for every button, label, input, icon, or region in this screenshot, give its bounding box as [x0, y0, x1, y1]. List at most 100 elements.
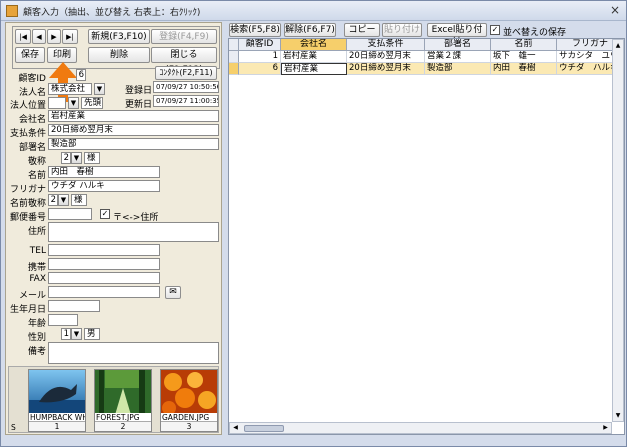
column-header-name[interactable]: 名前	[491, 39, 557, 51]
honorific-dropdown-icon[interactable]: ▼	[71, 152, 82, 164]
table-corner	[229, 39, 239, 51]
save-button[interactable]: 保存	[15, 47, 45, 63]
mobile-label: 携帯	[27, 263, 46, 273]
gender-label: 性別	[27, 333, 46, 343]
zip-addr-checkbox[interactable]: ✓	[100, 209, 110, 219]
garden-image-icon	[161, 370, 217, 415]
corp-name-field[interactable]: 株式会社	[48, 83, 92, 95]
name-field[interactable]: 内田 春樹	[48, 166, 160, 178]
table-cell-active[interactable]: 岩村産業	[281, 63, 347, 75]
honorific-num-field[interactable]: 2	[61, 152, 71, 164]
tel-label: TEL	[29, 246, 46, 256]
horizontal-scroll-thumb[interactable]	[244, 425, 284, 432]
column-header-dept[interactable]: 部署名	[425, 39, 491, 51]
table-cell[interactable]: 6	[239, 63, 281, 75]
name-hon-value: 様	[71, 194, 87, 206]
gender-dropdown-icon[interactable]: ▼	[71, 328, 82, 340]
name-hon-dropdown-icon[interactable]: ▼	[58, 194, 69, 206]
column-header-company[interactable]: 会社名	[281, 39, 347, 51]
address-field[interactable]	[48, 222, 219, 242]
reg-date-label: 登録日	[124, 86, 152, 96]
scroll-up-icon[interactable]: ▲	[614, 41, 622, 50]
payment-field[interactable]: 20日締め翌月末	[48, 124, 219, 136]
table-cell[interactable]: 坂下 雄一	[491, 51, 557, 63]
title-bar: 顧客入力（抽出、並び替え 右表上：右ｸﾘｯｸ) ×	[1, 1, 626, 21]
table-cell[interactable]: 20日締め翌月末	[347, 63, 425, 75]
search-button[interactable]: 検索(F5,F8)	[229, 23, 281, 37]
fax-field[interactable]	[48, 272, 160, 284]
name-hon-num-field[interactable]: 2	[48, 194, 58, 206]
table-cell[interactable]: 製造部	[425, 63, 491, 75]
zip-field[interactable]	[48, 208, 92, 220]
close-icon[interactable]: ×	[610, 3, 620, 17]
mail-envelope-icon[interactable]: ✉	[165, 286, 181, 299]
nav-first-button[interactable]: |◀	[15, 29, 31, 44]
new-button[interactable]: 新規(F3,F10)	[88, 29, 150, 44]
clear-button[interactable]: 解除(F6,F7)	[284, 23, 336, 37]
row-selector[interactable]	[229, 51, 239, 63]
gender-num-field[interactable]: 1	[61, 328, 71, 340]
company-label: 会社名	[18, 115, 46, 125]
table-cell[interactable]: 1	[239, 51, 281, 63]
address-label: 住所	[27, 227, 46, 237]
birthday-field[interactable]	[48, 300, 100, 312]
corp-name-dropdown-icon[interactable]: ▼	[94, 83, 105, 95]
age-field[interactable]	[48, 314, 78, 326]
scroll-right-icon[interactable]: ▶	[601, 424, 610, 432]
paste-button[interactable]: 貼り付け	[382, 23, 422, 37]
contact-button[interactable]: ｺﾝﾀｸﾄ(F2,F11)	[155, 66, 217, 80]
whale-image-icon	[29, 370, 85, 415]
table-cell[interactable]: 20日締め翌月末	[347, 51, 425, 63]
thumbnail-garden[interactable]: GARDEN.JPG 3	[160, 369, 218, 432]
table-cell[interactable]: 岩村産業	[281, 51, 347, 63]
forest-image-icon	[95, 370, 151, 415]
mobile-field[interactable]	[48, 258, 160, 270]
mail-field[interactable]	[48, 286, 160, 298]
scroll-left-icon[interactable]: ◀	[231, 424, 240, 432]
name-label: 名前	[27, 171, 46, 181]
column-header-id[interactable]: 顧客ID	[239, 39, 281, 51]
corp-pos-dropdown-icon[interactable]: ▼	[68, 97, 79, 109]
thumbnail-index: 3	[161, 421, 217, 431]
nav-prev-button[interactable]: ◀	[32, 29, 46, 44]
notes-field[interactable]	[48, 342, 219, 364]
corp-pos-field[interactable]	[48, 97, 66, 109]
thumbnail-humpback[interactable]: HUMPBACK WH 1	[28, 369, 86, 432]
honorific-label: 敬称	[27, 157, 46, 167]
app-icon	[6, 5, 18, 17]
thumbnail-index: 1	[29, 421, 85, 431]
nav-last-button[interactable]: ▶|	[62, 29, 78, 44]
dept-field[interactable]: 製造部	[48, 138, 219, 150]
window-title: 顧客入力（抽出、並び替え 右表上：右ｸﾘｯｸ)	[23, 8, 201, 18]
save-sort-checkbox[interactable]: ✓	[490, 25, 500, 35]
furigana-label: フリガナ	[10, 185, 47, 195]
corp-pos-value: 先頭	[81, 97, 103, 109]
furigana-field[interactable]: ウチダ ハルキ	[48, 180, 160, 192]
customer-id-label: 顧客ID	[18, 74, 46, 84]
delete-button[interactable]: 削除	[88, 47, 150, 63]
mail-label: メール	[18, 291, 46, 301]
company-field[interactable]: 岩村産業	[48, 110, 219, 122]
column-header-payment[interactable]: 支払条件	[347, 39, 425, 51]
register-button[interactable]: 登録(F4,F9)	[151, 29, 217, 44]
copy-button[interactable]: コピー	[344, 23, 380, 37]
fax-label: FAX	[29, 274, 46, 284]
customer-id-field[interactable]: 6	[76, 69, 86, 81]
corp-pos-label: 法人位置	[10, 101, 47, 111]
thumbnail-forest[interactable]: FOREST.JPG 2	[94, 369, 152, 432]
print-button[interactable]: 印刷	[47, 47, 77, 63]
scroll-down-icon[interactable]: ▼	[614, 411, 622, 420]
customer-table: 顧客ID 会社名 支払条件 部署名 名前 フリガナ 1 岩村産業 20日締め翌月…	[228, 38, 625, 435]
excel-paste-button[interactable]: Excel貼り付け	[427, 23, 487, 47]
close-form-button[interactable]: 閉じる(F1,F12)	[151, 47, 217, 75]
nav-next-button[interactable]: ▶	[47, 29, 61, 44]
vertical-scrollbar[interactable]: ▲ ▼	[612, 39, 624, 422]
tel-field[interactable]	[48, 244, 160, 256]
horizontal-scrollbar[interactable]: ◀ ▶	[229, 422, 612, 434]
table-cell[interactable]: 営業２課	[425, 51, 491, 63]
row-selector-current[interactable]	[229, 63, 239, 75]
birthday-label: 生年月日	[9, 305, 46, 315]
save-sort-label: 並べ替えの保存	[503, 28, 567, 38]
honorific-value: 様	[84, 152, 100, 164]
table-cell[interactable]: 内田 春樹	[491, 63, 557, 75]
